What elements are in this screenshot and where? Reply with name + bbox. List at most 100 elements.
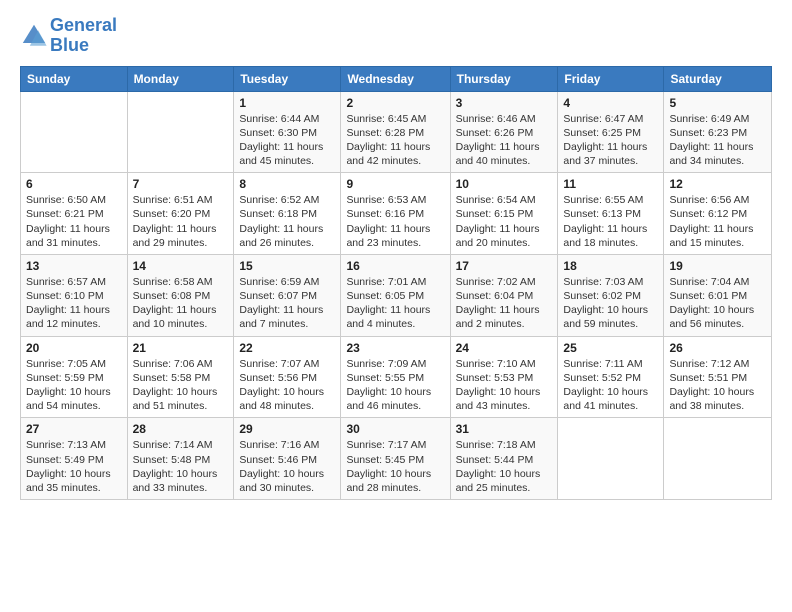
day-info: Sunrise: 7:18 AMSunset: 5:44 PMDaylight:… [456,438,553,495]
day-number: 14 [133,259,229,273]
calendar-cell: 7Sunrise: 6:51 AMSunset: 6:20 PMDaylight… [127,173,234,255]
day-info: Sunrise: 7:05 AMSunset: 5:59 PMDaylight:… [26,357,122,414]
calendar-cell: 6 Sunrise: 6:50 AMSunset: 6:21 PMDaylight… [21,173,128,255]
day-info: Sunrise: 6:50 AMSunset: 6:21 PMDaylight:… [26,193,122,250]
day-number: 21 [133,341,229,355]
calendar-cell: 24 Sunrise: 7:10 AMSunset: 5:53 PMDayligh… [450,336,558,418]
day-number: 10 [456,177,553,191]
day-info: Sunrise: 6:47 AMSunset: 6:25 PMDaylight:… [563,112,658,169]
day-number: 23 [346,341,444,355]
day-number: 3 [456,96,553,110]
day-info: Sunrise: 7:03 AMSunset: 6:02 PMDaylight:… [563,275,658,332]
day-info: Sunrise: 7:04 AMSunset: 6:01 PMDaylight:… [669,275,766,332]
calendar-cell: 11Sunrise: 6:55 AMSunset: 6:13 PMDayligh… [558,173,664,255]
day-number: 29 [239,422,335,436]
page: General Blue SundayMondayTuesdayWednesda… [0,0,792,510]
day-of-week-header: Saturday [664,66,772,91]
calendar-cell: 8 Sunrise: 6:52 AMSunset: 6:18 PMDaylight… [234,173,341,255]
calendar-cell: 14 Sunrise: 6:58 AMSunset: 6:08 PMDayligh… [127,254,234,336]
calendar-cell: 27 Sunrise: 7:13 AMSunset: 5:49 PMDayligh… [21,418,128,500]
calendar-week-row: 27 Sunrise: 7:13 AMSunset: 5:49 PMDayligh… [21,418,772,500]
day-number: 28 [133,422,229,436]
calendar-week-row: 13Sunrise: 6:57 AMSunset: 6:10 PMDayligh… [21,254,772,336]
day-number: 8 [239,177,335,191]
calendar-week-row: 1 Sunrise: 6:44 AMSunset: 6:30 PMDaylight… [21,91,772,173]
day-info: Sunrise: 6:53 AMSunset: 6:16 PMDaylight:… [346,193,444,250]
header: General Blue [20,16,772,56]
day-number: 19 [669,259,766,273]
day-number: 30 [346,422,444,436]
calendar-cell: 15Sunrise: 6:59 AMSunset: 6:07 PMDayligh… [234,254,341,336]
day-info: Sunrise: 7:01 AMSunset: 6:05 PMDaylight:… [346,275,444,332]
calendar-cell: 16 Sunrise: 7:01 AMSunset: 6:05 PMDayligh… [341,254,450,336]
day-number: 4 [563,96,658,110]
calendar-cell: 31 Sunrise: 7:18 AMSunset: 5:44 PMDayligh… [450,418,558,500]
calendar-cell: 1 Sunrise: 6:44 AMSunset: 6:30 PMDaylight… [234,91,341,173]
calendar-cell: 29 Sunrise: 7:16 AMSunset: 5:46 PMDayligh… [234,418,341,500]
day-number: 18 [563,259,658,273]
calendar-cell: 2 Sunrise: 6:45 AMSunset: 6:28 PMDaylight… [341,91,450,173]
calendar-cell: 3 Sunrise: 6:46 AMSunset: 6:26 PMDaylight… [450,91,558,173]
calendar-cell: 28 Sunrise: 7:14 AMSunset: 5:48 PMDayligh… [127,418,234,500]
day-info: Sunrise: 6:58 AMSunset: 6:08 PMDaylight:… [133,275,229,332]
day-number: 16 [346,259,444,273]
day-number: 11 [563,177,658,191]
day-info: Sunrise: 7:02 AMSunset: 6:04 PMDaylight:… [456,275,553,332]
day-info: Sunrise: 6:52 AMSunset: 6:18 PMDaylight:… [239,193,335,250]
calendar-cell: 30 Sunrise: 7:17 AMSunset: 5:45 PMDayligh… [341,418,450,500]
calendar-cell: 25 Sunrise: 7:11 AMSunset: 5:52 PMDayligh… [558,336,664,418]
calendar-cell: 20 Sunrise: 7:05 AMSunset: 5:59 PMDayligh… [21,336,128,418]
calendar-table: SundayMondayTuesdayWednesdayThursdayFrid… [20,66,772,500]
calendar-cell: 19 Sunrise: 7:04 AMSunset: 6:01 PMDayligh… [664,254,772,336]
day-info: Sunrise: 7:13 AMSunset: 5:49 PMDaylight:… [26,438,122,495]
calendar-cell [21,91,128,173]
day-of-week-header: Friday [558,66,664,91]
day-info: Sunrise: 7:07 AMSunset: 5:56 PMDaylight:… [239,357,335,414]
logo: General Blue [20,16,117,56]
calendar-cell: 10 Sunrise: 6:54 AMSunset: 6:15 PMDayligh… [450,173,558,255]
day-info: Sunrise: 7:16 AMSunset: 5:46 PMDaylight:… [239,438,335,495]
calendar-cell: 17Sunrise: 7:02 AMSunset: 6:04 PMDayligh… [450,254,558,336]
day-number: 24 [456,341,553,355]
day-of-week-header: Tuesday [234,66,341,91]
day-number: 13 [26,259,122,273]
calendar-cell: 12Sunrise: 6:56 AMSunset: 6:12 PMDayligh… [664,173,772,255]
day-info: Sunrise: 6:46 AMSunset: 6:26 PMDaylight:… [456,112,553,169]
day-number: 22 [239,341,335,355]
day-info: Sunrise: 6:49 AMSunset: 6:23 PMDaylight:… [669,112,766,169]
calendar-cell [558,418,664,500]
calendar-header-row: SundayMondayTuesdayWednesdayThursdayFrid… [21,66,772,91]
calendar-cell: 4 Sunrise: 6:47 AMSunset: 6:25 PMDaylight… [558,91,664,173]
day-number: 31 [456,422,553,436]
day-info: Sunrise: 7:11 AMSunset: 5:52 PMDaylight:… [563,357,658,414]
day-info: Sunrise: 6:51 AMSunset: 6:20 PMDaylight:… [133,193,229,250]
logo-text-line1: General [50,16,117,36]
day-number: 1 [239,96,335,110]
day-info: Sunrise: 6:45 AMSunset: 6:28 PMDaylight:… [346,112,444,169]
calendar-cell: 18 Sunrise: 7:03 AMSunset: 6:02 PMDayligh… [558,254,664,336]
day-info: Sunrise: 7:09 AMSunset: 5:55 PMDaylight:… [346,357,444,414]
calendar-cell: 21 Sunrise: 7:06 AMSunset: 5:58 PMDayligh… [127,336,234,418]
day-number: 20 [26,341,122,355]
calendar-week-row: 20 Sunrise: 7:05 AMSunset: 5:59 PMDayligh… [21,336,772,418]
day-info: Sunrise: 7:10 AMSunset: 5:53 PMDaylight:… [456,357,553,414]
calendar-week-row: 6 Sunrise: 6:50 AMSunset: 6:21 PMDaylight… [21,173,772,255]
day-number: 6 [26,177,122,191]
day-number: 25 [563,341,658,355]
day-of-week-header: Wednesday [341,66,450,91]
calendar-cell: 5 Sunrise: 6:49 AMSunset: 6:23 PMDaylight… [664,91,772,173]
calendar-cell [127,91,234,173]
day-info: Sunrise: 6:44 AMSunset: 6:30 PMDaylight:… [239,112,335,169]
day-number: 2 [346,96,444,110]
day-number: 27 [26,422,122,436]
day-info: Sunrise: 7:17 AMSunset: 5:45 PMDaylight:… [346,438,444,495]
day-info: Sunrise: 6:56 AMSunset: 6:12 PMDaylight:… [669,193,766,250]
day-number: 9 [346,177,444,191]
day-info: Sunrise: 7:14 AMSunset: 5:48 PMDaylight:… [133,438,229,495]
logo-text-line2: Blue [50,36,117,56]
day-number: 5 [669,96,766,110]
day-info: Sunrise: 7:06 AMSunset: 5:58 PMDaylight:… [133,357,229,414]
day-info: Sunrise: 6:54 AMSunset: 6:15 PMDaylight:… [456,193,553,250]
logo-icon [20,22,48,50]
day-info: Sunrise: 7:12 AMSunset: 5:51 PMDaylight:… [669,357,766,414]
